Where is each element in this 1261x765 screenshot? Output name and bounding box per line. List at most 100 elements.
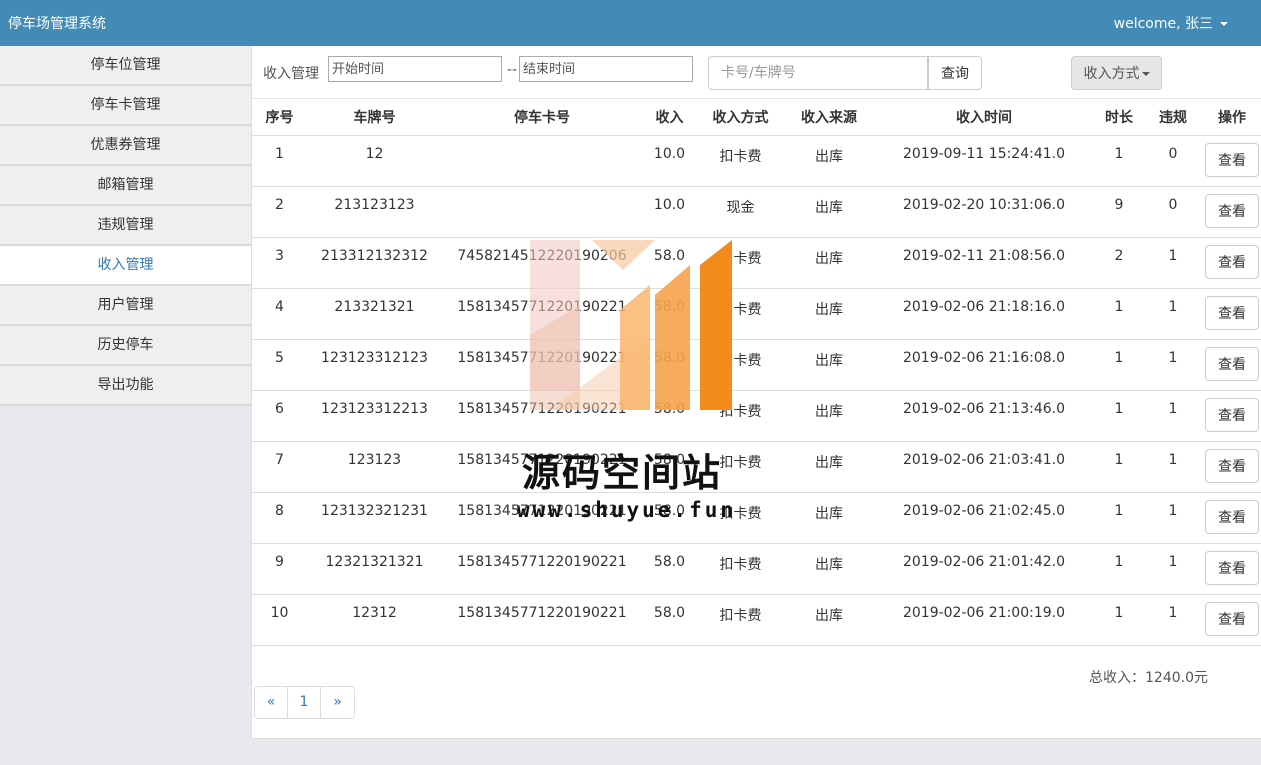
view-button[interactable]: 查看 (1205, 448, 1259, 483)
sidebar-item-parking-card[interactable]: 停车卡管理 (0, 86, 251, 126)
table-cell: 扣卡费 (697, 543, 784, 595)
table-cell: 1 (1094, 492, 1144, 544)
table-cell: 2019-02-06 21:02:45.0 (874, 492, 1094, 544)
table-cell: 1581345771220190221 (442, 339, 642, 391)
welcome-text: welcome, 张三 (1113, 16, 1213, 32)
sidebar: 停车位管理 停车卡管理 优惠券管理 邮箱管理 违规管理 收入管理 用户管理 历史… (0, 46, 251, 765)
main-panel: 收入管理 -- 查询 收入方式 序号车牌号停车卡号收入收入方式收入来源收入时间时… (251, 46, 1261, 739)
sidebar-item-email[interactable]: 邮箱管理 (0, 166, 251, 206)
action-cell: 查看 (1202, 492, 1261, 544)
table-cell: 123123312123 (307, 339, 442, 391)
table-cell (442, 135, 642, 187)
table-cell: 1581345771220190221 (442, 543, 642, 595)
sidebar-item-income[interactable]: 收入管理 (0, 246, 251, 286)
table-cell: 1581345771220190221 (442, 594, 642, 646)
table-cell: 9 (252, 543, 307, 595)
user-menu[interactable]: welcome, 张三 (1114, 13, 1228, 33)
table-cell: 213123123 (307, 186, 442, 238)
view-button[interactable]: 查看 (1205, 397, 1259, 432)
table-row: 9 12321321321 1581345771220190221 58.0 扣卡费 出库… (252, 543, 1261, 595)
view-button[interactable]: 查看 (1205, 142, 1259, 177)
view-button[interactable]: 查看 (1205, 499, 1259, 534)
table-cell: 出库 (784, 594, 874, 646)
caret-down-icon (1141, 72, 1150, 76)
table-cell: 1 (1094, 543, 1144, 595)
toolbar-label: 收入管理 (263, 66, 319, 82)
sidebar-item-coupon[interactable]: 优惠券管理 (0, 126, 251, 166)
table-cell: 1 (1144, 288, 1202, 340)
pagination-page-1[interactable]: 1 (288, 687, 321, 718)
action-cell: 查看 (1202, 543, 1261, 595)
table-cell: 213312132312 (307, 237, 442, 289)
column-header: 序号 (252, 99, 307, 136)
table-cell: 2019-02-06 21:16:08.0 (874, 339, 1094, 391)
end-time-input[interactable] (519, 56, 693, 82)
action-cell: 查看 (1202, 237, 1261, 289)
table-cell: 出库 (784, 339, 874, 391)
sidebar-item-parking-space[interactable]: 停车位管理 (0, 46, 251, 86)
table-cell: 出库 (784, 492, 874, 544)
table-cell: 现金 (697, 186, 784, 238)
table-cell: 扣卡费 (697, 594, 784, 646)
filter-toolbar: 收入管理 -- 查询 收入方式 (252, 46, 1261, 99)
view-button[interactable]: 查看 (1205, 601, 1259, 636)
table-cell: 58.0 (642, 288, 697, 340)
action-cell: 查看 (1202, 390, 1261, 442)
table-cell: 1 (1144, 390, 1202, 442)
table-cell: 2019-02-06 21:13:46.0 (874, 390, 1094, 442)
table-cell: 1 (1094, 441, 1144, 493)
table-cell: 58.0 (642, 237, 697, 289)
table-cell: 2019-02-06 21:01:42.0 (874, 543, 1094, 595)
table-cell: 2 (1094, 237, 1144, 289)
column-header: 收入方式 (697, 99, 784, 136)
table-row: 2 213123123 10.0 现金 出库 2019-02-20 10:31:06.0 9… (252, 186, 1261, 238)
search-button[interactable]: 查询 (928, 56, 982, 90)
table-cell: 10.0 (642, 135, 697, 187)
table-cell: 2019-02-20 10:31:06.0 (874, 186, 1094, 238)
pagination-prev[interactable]: « (255, 687, 288, 718)
income-method-dropdown[interactable]: 收入方式 (1071, 56, 1162, 90)
view-button[interactable]: 查看 (1205, 550, 1259, 585)
column-header: 违规 (1144, 99, 1202, 136)
table-cell: 213321321 (307, 288, 442, 340)
action-cell: 查看 (1202, 186, 1261, 238)
column-header: 操作 (1202, 99, 1261, 136)
table-cell: 扣卡费 (697, 237, 784, 289)
table-cell: 1581345771220190221 (442, 288, 642, 340)
action-cell: 查看 (1202, 288, 1261, 340)
column-header: 车牌号 (307, 99, 442, 136)
caret-down-icon (1220, 22, 1228, 26)
sidebar-item-user[interactable]: 用户管理 (0, 286, 251, 326)
table-cell: 2019-09-11 15:24:41.0 (874, 135, 1094, 187)
table-header-row: 序号 车牌号 停车卡号 收入 收入方式 收入来源 收入时间 时长 违规 操作 (252, 99, 1261, 136)
view-button[interactable]: 查看 (1205, 346, 1259, 381)
view-button[interactable]: 查看 (1205, 244, 1259, 279)
column-header: 停车卡号 (442, 99, 642, 136)
table-cell: 6 (252, 390, 307, 442)
table-cell: 扣卡费 (697, 288, 784, 340)
sidebar-item-history[interactable]: 历史停车 (0, 326, 251, 366)
view-button[interactable]: 查看 (1205, 295, 1259, 330)
table-cell: 9 (1094, 186, 1144, 238)
table-cell: 123123312213 (307, 390, 442, 442)
sidebar-item-export[interactable]: 导出功能 (0, 366, 251, 406)
column-header: 收入来源 (784, 99, 874, 136)
table-cell: 出库 (784, 441, 874, 493)
table-cell: 123123 (307, 441, 442, 493)
search-input[interactable] (708, 56, 928, 90)
table-row: 7 123123 1581345771220190221 58.0 扣卡费 出库 2019-… (252, 441, 1261, 493)
sidebar-item-violation[interactable]: 违规管理 (0, 206, 251, 246)
start-time-input[interactable] (328, 56, 502, 82)
table-cell: 1 (1094, 135, 1144, 187)
table-row: 3 213312132312 7458214512220190206 58.0 扣卡费出… (252, 237, 1261, 289)
view-button[interactable]: 查看 (1205, 193, 1259, 228)
table-cell: 58.0 (642, 594, 697, 646)
pagination-next[interactable]: » (321, 687, 354, 718)
table-cell: 12312 (307, 594, 442, 646)
table-cell: 2 (252, 186, 307, 238)
table-cell: 5 (252, 339, 307, 391)
app-title[interactable]: 停车场管理系统 (8, 13, 106, 33)
action-cell: 查看 (1202, 441, 1261, 493)
income-method-label: 收入方式 (1083, 66, 1140, 82)
action-cell: 查看 (1202, 135, 1261, 187)
